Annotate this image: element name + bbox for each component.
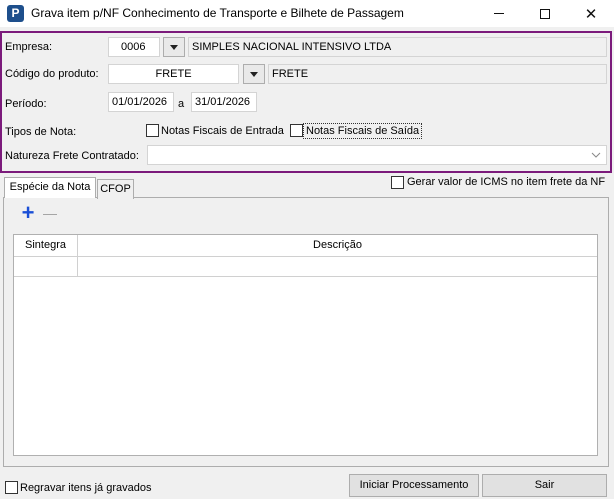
tipos-nota-label: Tipos de Nota:	[5, 126, 77, 138]
gerar-icms-checkbox[interactable]	[391, 176, 404, 189]
items-grid: Sintegra Descrição	[13, 234, 598, 456]
column-header-sintegra[interactable]: Sintegra	[14, 235, 78, 257]
nf-saida-checkbox[interactable]	[290, 124, 303, 137]
regravar-label: Regravar itens já gravados	[20, 482, 152, 494]
natureza-frete-label: Natureza Frete Contratado:	[5, 150, 139, 162]
natureza-dropdown-button[interactable]	[588, 148, 604, 162]
periodo-separator: a	[178, 98, 185, 110]
nf-entrada-checkbox[interactable]	[146, 124, 159, 137]
minimize-icon	[494, 13, 504, 14]
periodo-end-input[interactable]: 31/01/2026	[191, 92, 257, 112]
tab-especie-nota[interactable]: Espécie da Nota	[4, 177, 96, 198]
empresa-label: Empresa:	[5, 41, 53, 53]
produto-dropdown-button[interactable]	[243, 64, 265, 84]
empresa-dropdown-button[interactable]	[163, 37, 185, 57]
table-cell-descricao[interactable]	[78, 257, 597, 277]
app-icon: P	[7, 5, 24, 22]
title-bar: P Grava item p/NF Conhecimento de Transp…	[0, 0, 614, 27]
periodo-label: Período:	[5, 98, 47, 110]
produto-code-input[interactable]: FRETE	[108, 64, 239, 84]
tab-cfop[interactable]: CFOP	[97, 179, 134, 199]
gerar-icms-label: Gerar valor de ICMS no item frete da NF	[407, 176, 606, 188]
minimize-button[interactable]	[476, 0, 522, 27]
empresa-name-field: SIMPLES NACIONAL INTENSIVO LTDA	[188, 37, 607, 57]
maximize-icon	[540, 8, 550, 19]
nf-saida-label: Notas Fiscais de Saída	[303, 123, 423, 139]
close-icon: ✕	[584, 5, 598, 23]
add-icon[interactable]: +	[19, 202, 37, 224]
empresa-code-input[interactable]: 0006	[108, 37, 160, 57]
chevron-down-icon	[170, 44, 178, 50]
maximize-button[interactable]	[522, 0, 568, 27]
sair-button[interactable]: Sair	[482, 474, 607, 497]
periodo-start-input[interactable]: 01/01/2026	[108, 92, 174, 112]
nf-entrada-label: Notas Fiscais de Entrada	[161, 125, 284, 137]
column-header-descricao[interactable]: Descrição	[78, 235, 597, 257]
window-title: Grava item p/NF Conhecimento de Transpor…	[31, 6, 404, 20]
remove-icon[interactable]: —	[41, 204, 59, 222]
close-button[interactable]: ✕	[568, 0, 614, 27]
chevron-down-icon	[591, 152, 601, 158]
chevron-down-icon	[250, 71, 258, 77]
natureza-frete-select[interactable]	[147, 145, 607, 165]
iniciar-processamento-button[interactable]: Iniciar Processamento	[349, 474, 479, 497]
table-cell-sintegra[interactable]	[14, 257, 78, 277]
produto-label: Código do produto:	[5, 68, 99, 80]
produto-name-field: FRETE	[268, 64, 607, 84]
regravar-checkbox[interactable]	[5, 481, 18, 494]
